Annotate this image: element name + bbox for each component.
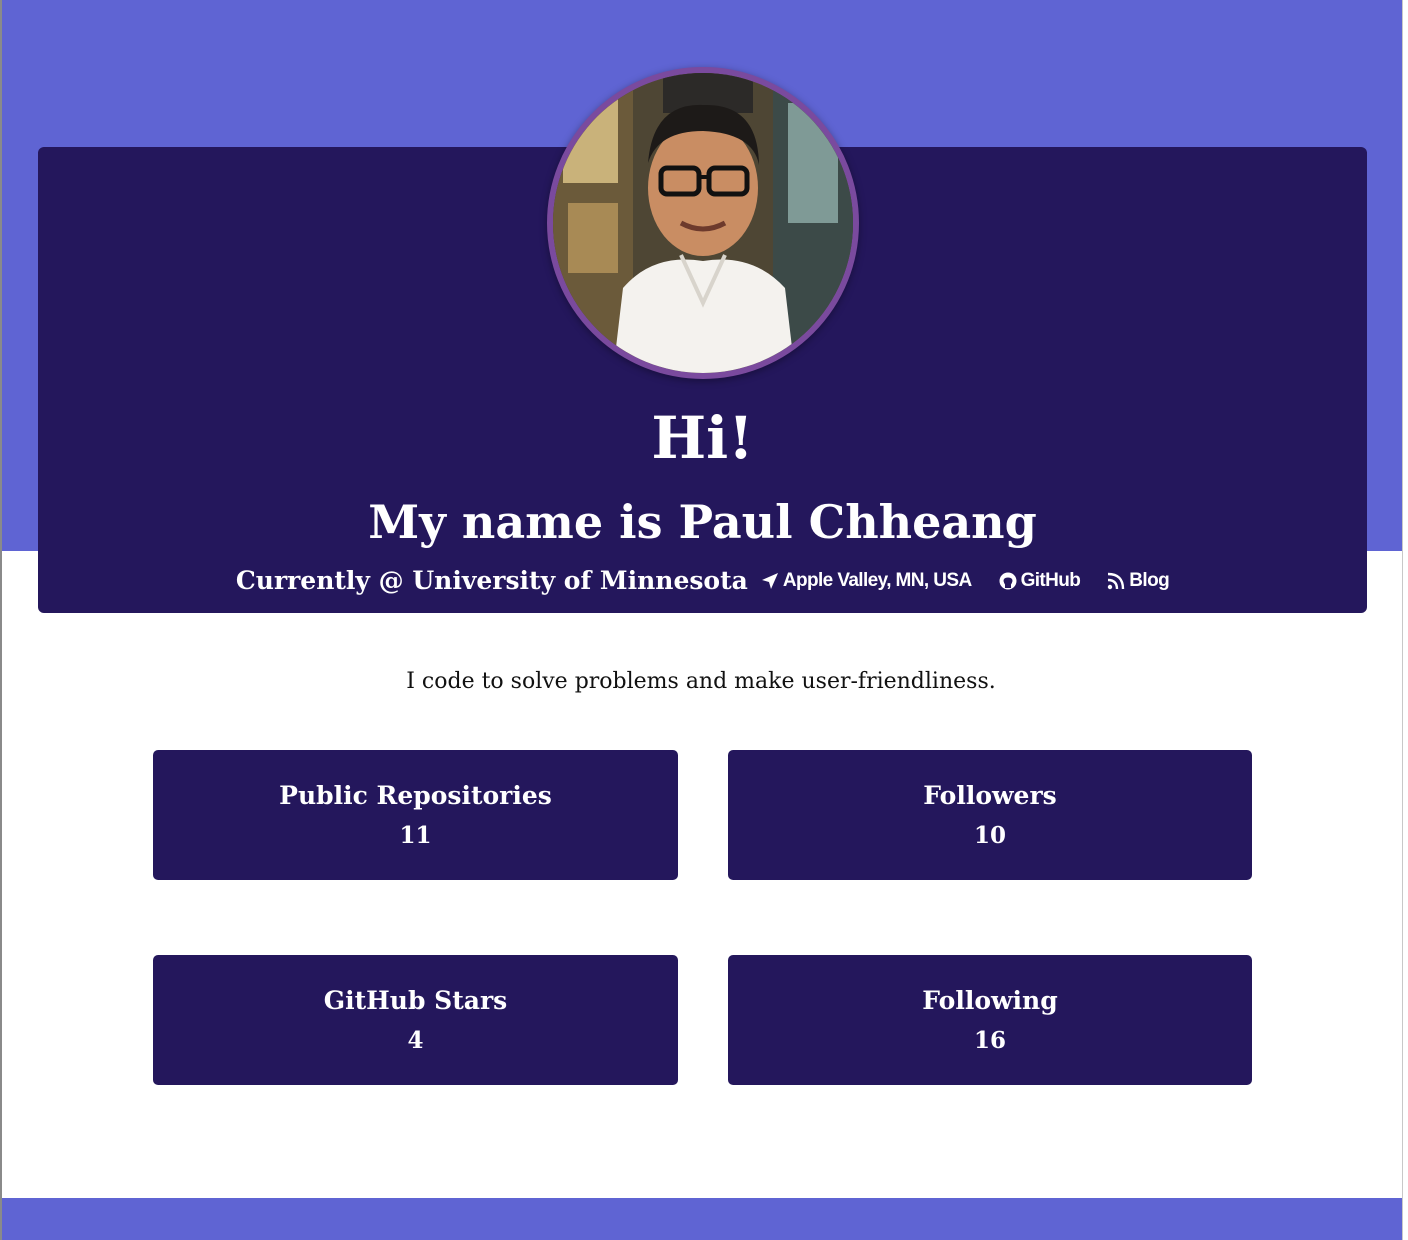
stat-value: 4 [407,1027,424,1054]
current-affiliation: Currently @ University of Minnesota [235,566,748,595]
stat-label: Public Repositories [279,781,552,810]
greeting-heading: Hi! [651,404,754,472]
github-link[interactable]: GitHub [998,570,1081,592]
stat-value: 16 [973,1027,1006,1054]
stat-card-followers: Followers 10 [728,750,1252,880]
github-label: GitHub [1020,570,1081,591]
stat-card-public-repositories: Public Repositories 11 [153,750,678,880]
stat-card-following: Following 16 [728,955,1252,1085]
blog-label: Blog [1129,570,1170,591]
stat-label: GitHub Stars [323,986,508,1015]
avatar-photo [553,73,853,373]
name-heading: My name is Paul Chheang [368,495,1037,549]
avatar [547,67,859,379]
profile-meta: Currently @ University of Minnesota Appl… [38,562,1367,600]
blog-link[interactable]: Blog [1106,570,1170,592]
footer-band [0,1198,1402,1240]
location-info: Apple Valley, MN, USA [760,570,972,592]
stat-label: Followers [923,781,1057,810]
stat-value: 10 [973,822,1006,849]
tagline: I code to solve problems and make user-f… [406,669,996,694]
stat-label: Following [922,986,1058,1015]
stat-card-github-stars: GitHub Stars 4 [153,955,678,1085]
github-icon [999,572,1017,590]
window-scrollbar[interactable] [1402,0,1408,1240]
window-left-edge [0,0,2,1240]
rss-icon [1108,572,1125,590]
stat-value: 11 [399,822,432,849]
location-arrow-icon [761,573,778,589]
location-text: Apple Valley, MN, USA [782,570,972,591]
